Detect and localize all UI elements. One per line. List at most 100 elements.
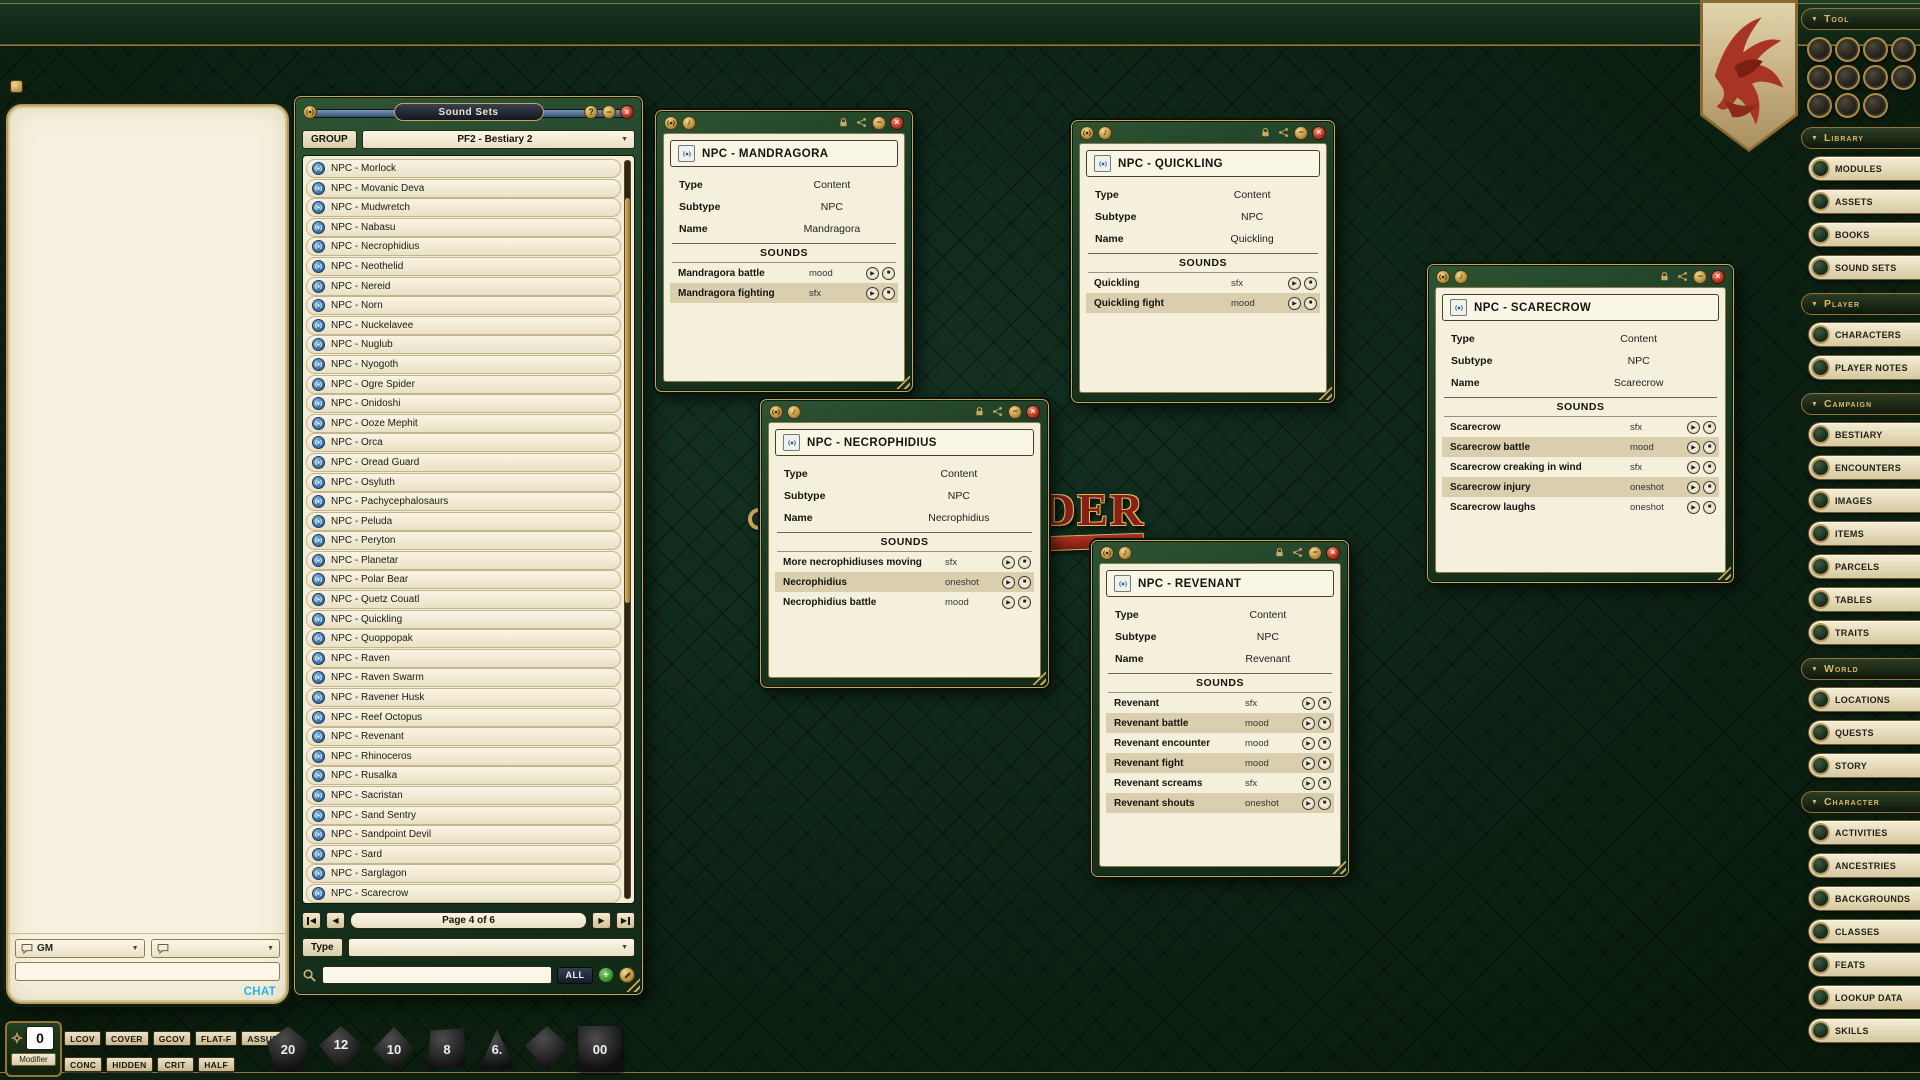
die[interactable]: 8 (425, 1026, 469, 1072)
close-button[interactable]: × (1312, 126, 1326, 140)
sound-set-list-item[interactable]: NPC - Quetz Couatl (306, 590, 621, 609)
lock-icon[interactable] (836, 116, 850, 130)
sidebar-item-lookup-data[interactable]: LOOKUP DATA (1808, 985, 1920, 1010)
stop-button[interactable]: ■ (1318, 777, 1331, 790)
tool-icon-6[interactable] (1835, 65, 1860, 90)
sidebar-section-library[interactable]: ▼Library (1801, 127, 1920, 149)
sidebar-item-story[interactable]: STORY (1808, 753, 1920, 778)
chat-input[interactable] (15, 962, 280, 981)
die[interactable]: 6. (478, 1026, 516, 1072)
sidebar-item-backgrounds[interactable]: BACKGROUNDS (1808, 886, 1920, 911)
sound-set-list-item[interactable]: NPC - Quoppopak (306, 629, 621, 648)
sound-set-list-item[interactable]: NPC - Nuckelavee (306, 316, 621, 335)
sound-set-list-item[interactable]: NPC - Onidoshi (306, 394, 621, 413)
broadcast-icon[interactable] (769, 405, 783, 419)
broadcast-icon[interactable] (664, 116, 678, 130)
next-page-button[interactable]: ▶ (592, 912, 611, 929)
sidebar-item-books[interactable]: BOOKS (1808, 222, 1920, 247)
tool-icon-4[interactable] (1891, 37, 1916, 62)
tool-icon-9[interactable] (1807, 93, 1832, 118)
play-button[interactable]: ▶ (1687, 501, 1700, 514)
first-page-button[interactable]: ◀ (302, 912, 321, 929)
sidebar-item-encounters[interactable]: ENCOUNTERS (1808, 455, 1920, 480)
broadcast-icon[interactable] (1080, 126, 1094, 140)
sidebar-section-player[interactable]: ▼Player (1801, 293, 1920, 315)
effect-button[interactable]: CRIT (157, 1057, 194, 1072)
die[interactable] (525, 1026, 569, 1072)
sound-set-list-item[interactable]: NPC - Osyluth (306, 473, 621, 492)
die[interactable]: 00 (578, 1026, 622, 1072)
sound-set-list-item[interactable]: NPC - Peryton (306, 531, 621, 550)
sidebar-item-images[interactable]: IMAGES (1808, 488, 1920, 513)
add-button[interactable]: + (598, 967, 614, 983)
sidebar-item-characters[interactable]: CHARACTERS (1808, 322, 1920, 347)
sound-set-list-item[interactable]: NPC - Ogre Spider (306, 375, 621, 394)
share-icon[interactable] (990, 405, 1004, 419)
stop-button[interactable]: ■ (1318, 697, 1331, 710)
chat-log[interactable] (8, 106, 287, 933)
sound-set-list-item[interactable]: NPC - Quickling (306, 610, 621, 629)
effect-button[interactable]: COVER (105, 1031, 149, 1046)
music-note-icon[interactable]: ♪ (1454, 270, 1468, 284)
play-button[interactable]: ▶ (1687, 481, 1700, 494)
lock-icon[interactable] (1272, 546, 1286, 560)
chat-identity-select[interactable]: GM ▼ (15, 939, 145, 958)
sound-set-list-item[interactable]: NPC - Nereid (306, 277, 621, 296)
stop-button[interactable]: ■ (1703, 501, 1716, 514)
sidebar-item-skills[interactable]: SKILLS (1808, 1018, 1920, 1043)
sidebar-item-activities[interactable]: ACTIVITIES (1808, 820, 1920, 845)
minimize-button[interactable]: − (1693, 270, 1707, 284)
share-icon[interactable] (1675, 270, 1689, 284)
last-page-button[interactable]: ▶ (616, 912, 635, 929)
play-button[interactable]: ▶ (866, 267, 879, 280)
play-button[interactable]: ▶ (1302, 797, 1315, 810)
sound-set-list-item[interactable]: NPC - Nabasu (306, 218, 621, 237)
effect-button[interactable]: FLAT-F (195, 1031, 237, 1046)
stop-button[interactable]: ■ (1018, 556, 1031, 569)
chat-tab-label[interactable]: CHAT (244, 985, 280, 998)
sidebar-item-sound-sets[interactable]: SOUND SETS (1808, 255, 1920, 280)
stop-button[interactable]: ■ (1304, 297, 1317, 310)
stop-button[interactable]: ■ (1318, 737, 1331, 750)
scrollbar-thumb[interactable] (625, 198, 630, 603)
share-icon[interactable] (1276, 126, 1290, 140)
die[interactable]: 10 (372, 1026, 416, 1072)
broadcast-icon[interactable] (1436, 270, 1450, 284)
prev-page-button[interactable]: ◀ (326, 912, 345, 929)
sidebar-item-ancestries[interactable]: ANCESTRIES (1808, 853, 1920, 878)
stop-button[interactable]: ■ (1318, 717, 1331, 730)
play-button[interactable]: ▶ (1002, 576, 1015, 589)
edit-button[interactable] (619, 967, 635, 983)
close-button[interactable]: × (890, 116, 904, 130)
sound-set-list-item[interactable]: NPC - Rusalka (306, 766, 621, 785)
chat-pin-icon[interactable] (10, 80, 23, 93)
help-button[interactable]: ? (584, 105, 598, 119)
share-icon[interactable] (854, 116, 868, 130)
effect-button[interactable]: GCOV (153, 1031, 191, 1046)
sound-set-list-item[interactable]: NPC - Orca (306, 433, 621, 452)
play-button[interactable]: ▶ (1687, 421, 1700, 434)
sidebar-item-quests[interactable]: QUESTS (1808, 720, 1920, 745)
sound-set-list-item[interactable]: NPC - Mudwretch (306, 198, 621, 217)
play-button[interactable]: ▶ (1288, 277, 1301, 290)
sound-set-list-item[interactable]: NPC - Norn (306, 296, 621, 315)
sound-set-list-item[interactable]: NPC - Raven Swarm (306, 668, 621, 687)
stop-button[interactable]: ■ (1304, 277, 1317, 290)
tool-icon-5[interactable] (1807, 65, 1832, 90)
sound-set-list-item[interactable]: NPC - Polar Bear (306, 570, 621, 589)
play-button[interactable]: ▶ (1687, 461, 1700, 474)
die[interactable]: 12 (319, 1026, 363, 1072)
stop-button[interactable]: ■ (1318, 757, 1331, 770)
minimize-button[interactable]: − (872, 116, 886, 130)
sound-set-list-item[interactable]: NPC - Sacristan (306, 786, 621, 805)
stop-button[interactable]: ■ (882, 287, 895, 300)
play-button[interactable]: ▶ (1302, 757, 1315, 770)
effect-button[interactable]: HALF (198, 1057, 235, 1072)
sidebar-item-assets[interactable]: ASSETS (1808, 189, 1920, 214)
effect-button[interactable]: CONC (64, 1057, 102, 1072)
lock-icon[interactable] (1258, 126, 1272, 140)
lock-icon[interactable] (1657, 270, 1671, 284)
play-button[interactable]: ▶ (866, 287, 879, 300)
sound-set-list-item[interactable]: NPC - Planetar (306, 551, 621, 570)
play-button[interactable]: ▶ (1302, 717, 1315, 730)
